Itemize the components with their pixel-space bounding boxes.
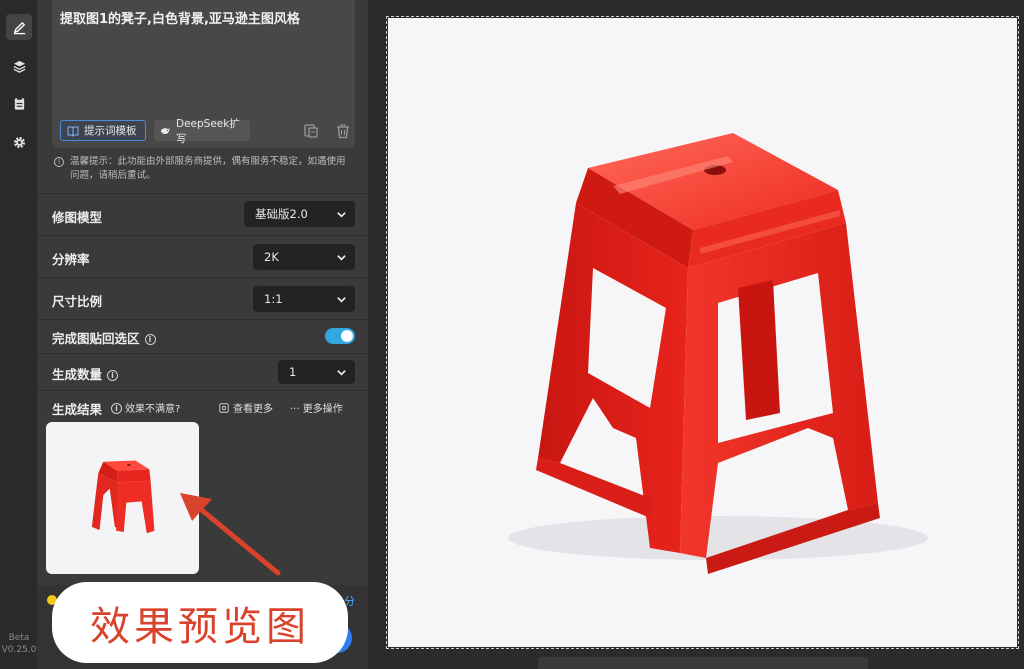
version-tag: Beta [8,633,30,643]
resolution-label: 分辨率 [52,252,90,267]
model-row: 修图模型 基础版2.0 [38,193,368,235]
info-icon: i [111,403,122,414]
count-value: 1 [289,365,297,379]
search-icon [219,403,229,413]
layers-button[interactable] [6,53,32,79]
pen-icon [13,21,25,34]
info-icon[interactable]: i [144,334,156,345]
clipboard-button[interactable] [6,90,32,116]
deepseek-expand-label: DeepSeek扩写 [175,117,240,145]
chevron-down-icon [337,369,346,376]
image-canvas[interactable] [386,16,1019,649]
whale-icon [160,127,171,134]
unsatisfied-link[interactable]: i 效果不满意? [111,400,180,415]
chevron-down-icon [337,254,346,261]
tool-rail: Beta V0.25.0 [0,0,38,669]
deepseek-expand-button[interactable]: DeepSeek扩写 [154,118,250,145]
paste-back-text: 完成图贴回选区 [52,331,140,346]
prompt-template-button[interactable]: 提示词模板 [60,120,146,141]
resolution-row: 分辨率 2K [38,235,368,277]
count-text: 生成数量 [52,367,103,382]
model-value: 基础版2.0 [255,207,308,221]
more-operations-button[interactable]: ··· 更多操作 [290,400,343,415]
result-label: 生成结果 [52,402,103,417]
trash-icon[interactable] [336,124,350,139]
count-row: 生成数量 i 1 [38,353,368,390]
prompt-text[interactable]: 提取图1的凳子,白色背景,亚马逊主图风格 [60,8,300,27]
service-notice: ! 温馨提示：此功能由外部服务商提供，偶有服务不稳定，如遇使用问题，请稍后重试。 [54,155,354,183]
pen-tool-button[interactable] [6,14,32,40]
ratio-label: 尺寸比例 [52,294,103,309]
gear-icon [13,136,25,148]
model-select[interactable]: 基础版2.0 [244,201,355,227]
annotation-text: 效果预览图 [90,603,310,650]
layers-icon [13,60,25,73]
ratio-value: 1:1 [264,292,283,306]
resolution-select[interactable]: 2K [253,244,355,270]
book-icon [67,126,79,137]
view-more-button[interactable]: 查看更多 [219,400,273,415]
count-select[interactable]: 1 [278,360,355,384]
result-header: 生成结果 i 效果不满意? 查看更多 ··· 更多操作 [38,390,368,420]
canvas-bottom-toolbar[interactable] [538,657,868,669]
paste-back-toggle[interactable] [325,328,355,344]
stool-image [508,133,928,574]
prompt-template-label: 提示词模板 [84,125,137,137]
info-icon[interactable]: i [107,370,119,381]
settings-button[interactable] [6,129,32,155]
version-label: Beta V0.25.0 [0,632,38,656]
annotation-bubble: 效果预览图 [55,585,345,660]
count-label: 生成数量 i [52,364,119,383]
clipboard-icon [14,96,24,110]
ratio-row: 尺寸比例 1:1 [38,277,368,319]
notice-text: 温馨提示：此功能由外部服务商提供，偶有服务不稳定，如遇使用问题，请稍后重试。 [70,156,346,181]
paste-back-label: 完成图贴回选区 i [52,328,156,347]
copy-icon[interactable] [303,123,319,139]
view-more-text: 查看更多 [233,404,273,415]
resolution-value: 2K [264,250,279,264]
info-icon: ! [54,157,64,167]
toggle-knob [341,330,353,342]
paste-back-row: 完成图贴回选区 i [38,319,368,353]
version-number: V0.25.0 [1,645,37,655]
canvas-area [368,0,1024,669]
annotation-arrow [180,493,281,576]
ratio-select[interactable]: 1:1 [253,286,355,312]
model-label: 修图模型 [52,210,103,225]
chevron-down-icon [337,211,346,218]
unsatisfied-text: 效果不满意? [125,404,181,415]
chevron-down-icon [337,296,346,303]
credit-text: 分 [344,595,355,608]
prompt-textarea[interactable]: 提取图1的凳子,白色背景,亚马逊主图风格 提示词模板 DeepSeek扩写 [52,0,355,148]
